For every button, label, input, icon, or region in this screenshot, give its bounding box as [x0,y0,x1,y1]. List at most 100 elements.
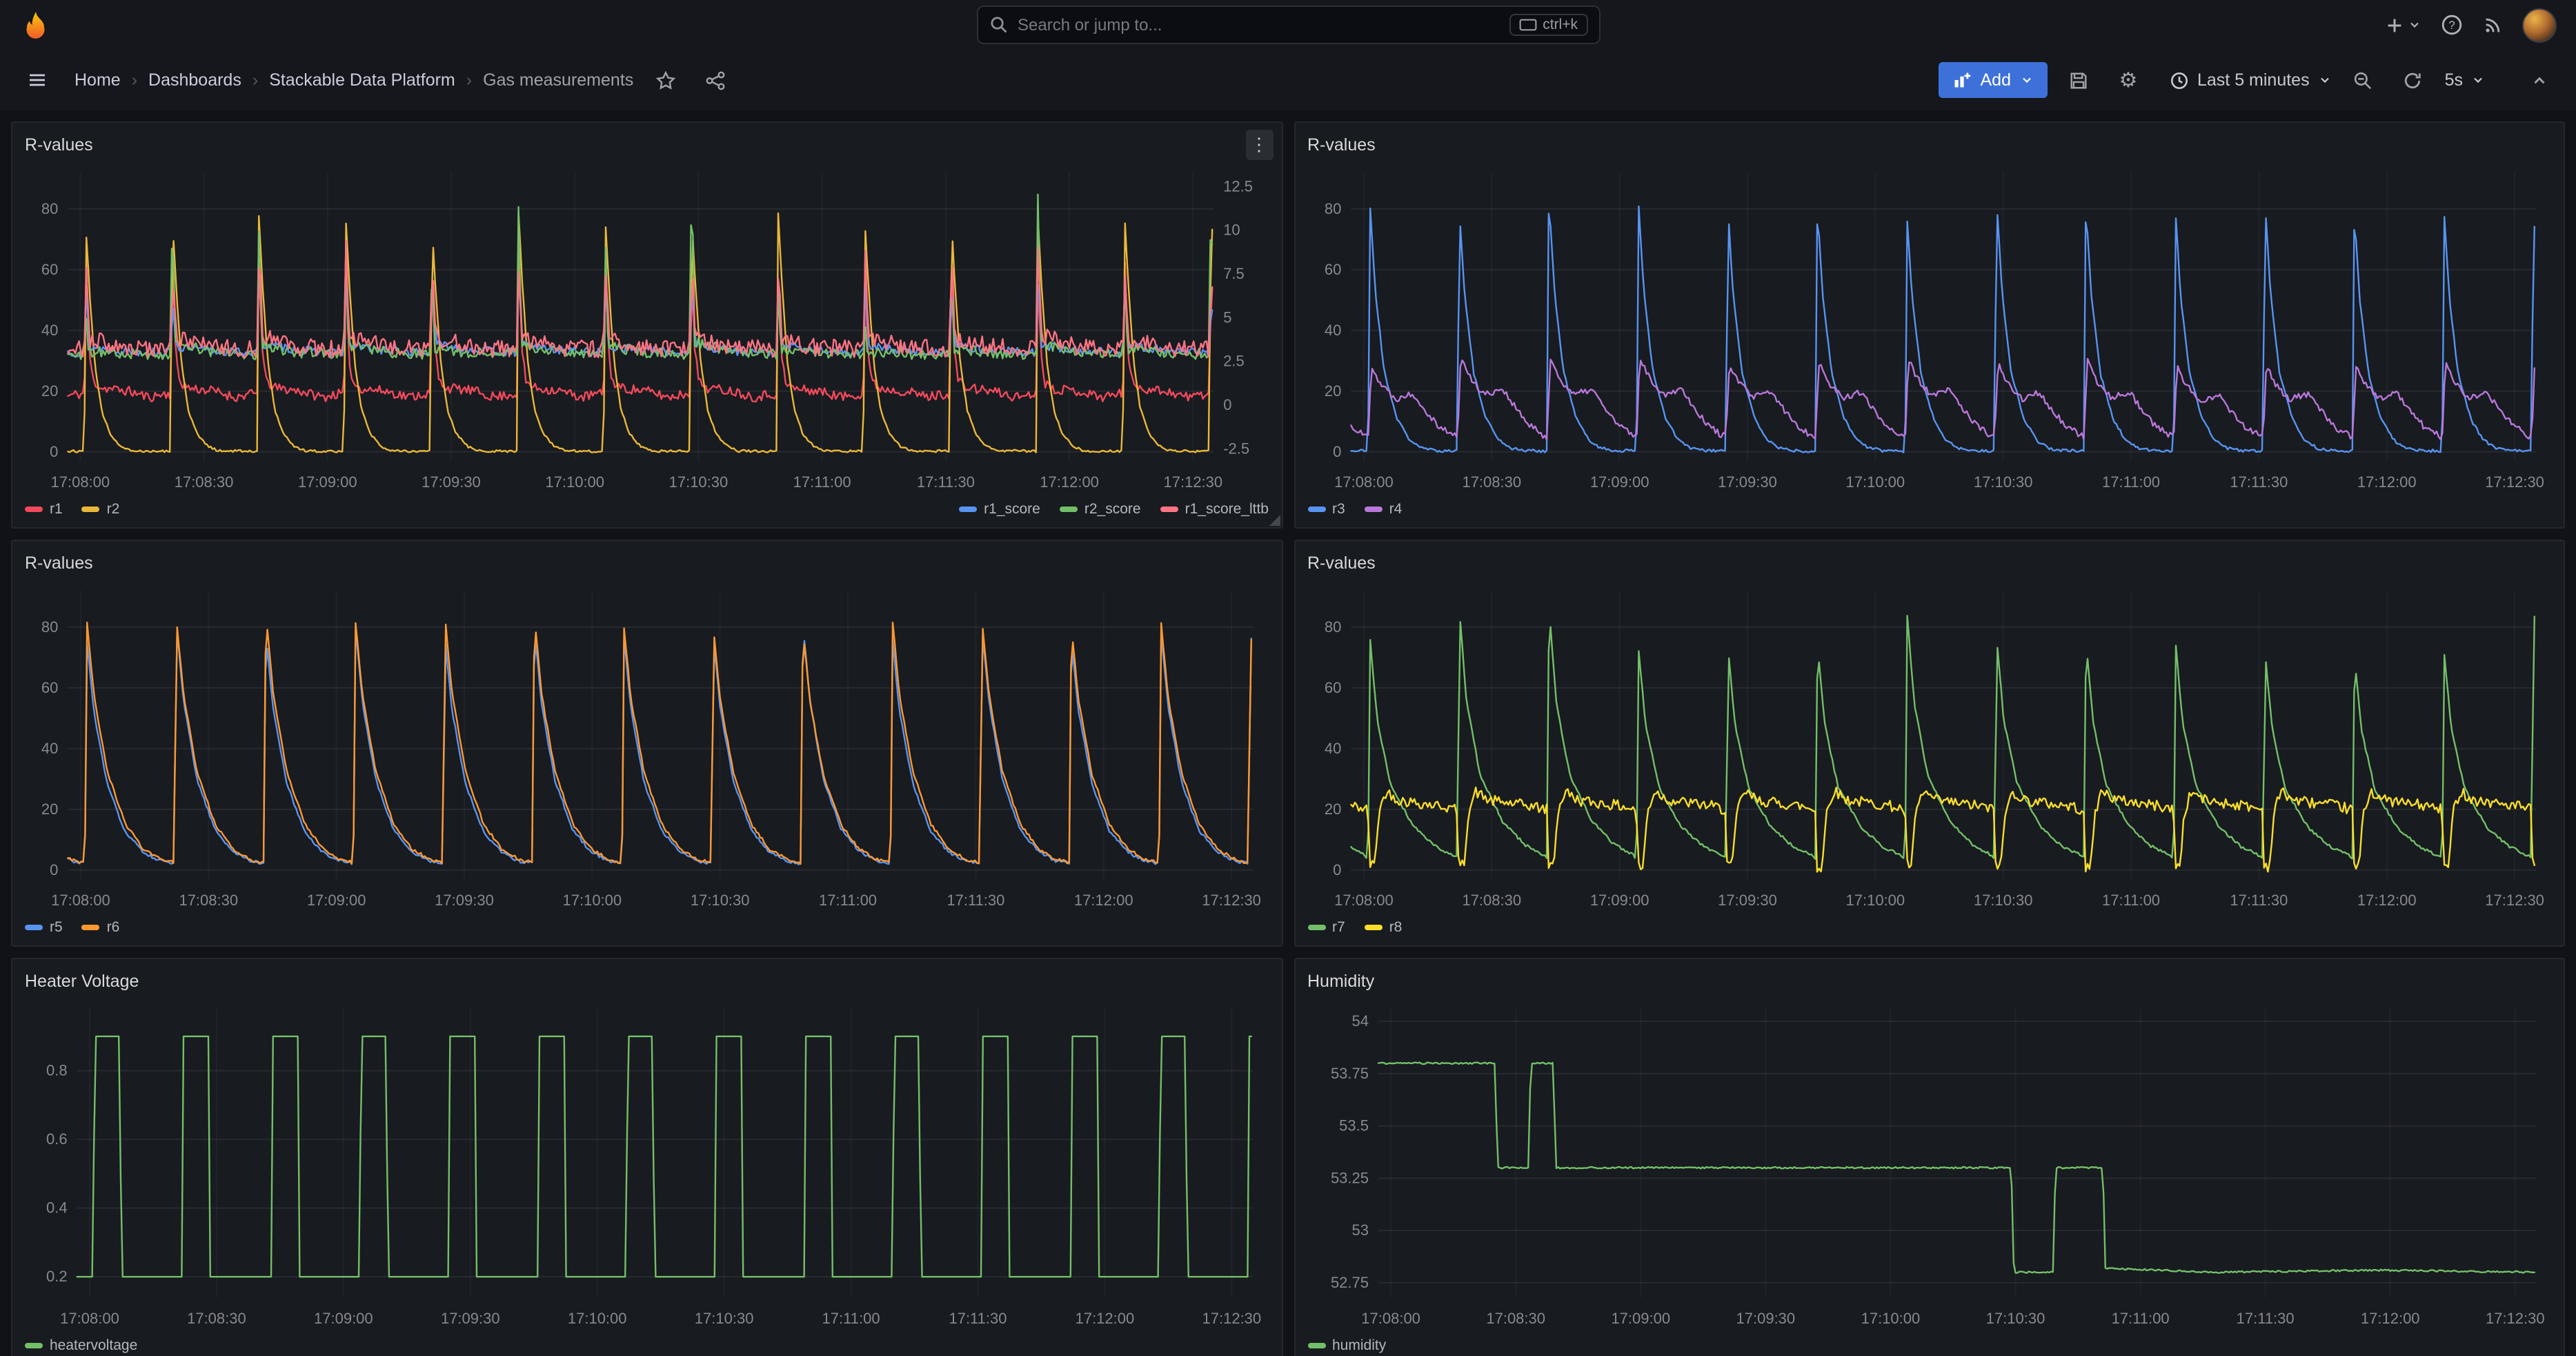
breadcrumb-home[interactable]: Home [75,70,121,90]
svg-text:17:10:30: 17:10:30 [1973,892,2032,909]
legend-item-r1_score[interactable]: r1_score [959,501,1040,518]
panel-title[interactable]: R-values [25,135,93,155]
legend-item-r4[interactable]: r4 [1365,501,1403,518]
svg-text:17:09:00: 17:09:00 [1589,473,1649,491]
legend-series-marker [1307,925,1325,930]
zoom-out-button[interactable] [2346,62,2381,98]
legend-item-r2_score[interactable]: r2_score [1060,501,1141,518]
svg-text:0.4: 0.4 [46,1199,68,1217]
search-input[interactable] [1018,15,1500,35]
panel-header[interactable]: Heater Voltage [25,967,1269,995]
mega-menu-button[interactable] [19,62,55,98]
svg-text:17:10:30: 17:10:30 [691,892,750,909]
dashboard-grid: R-values ⋮ 020406080-2.502.557.51012.517… [0,110,2576,1356]
svg-text:17:10:00: 17:10:00 [545,473,604,491]
panel-header[interactable]: R-values [25,549,1269,577]
timeseries-chart[interactable]: 52.755353.2553.553.755417:08:0017:08:301… [1307,995,2551,1333]
legend-item-r1[interactable]: r1 [25,501,63,518]
favorite-star-button[interactable] [647,62,683,98]
svg-text:80: 80 [41,618,58,636]
news-button[interactable] [2482,14,2503,35]
panel-header[interactable]: Humidity [1307,967,2551,995]
legend-item-r7[interactable]: r7 [1307,919,1345,936]
help-button[interactable]: ? [2441,14,2463,36]
svg-text:17:12:00: 17:12:00 [1040,473,1099,491]
svg-text:40: 40 [1324,740,1340,757]
legend-item-humidity[interactable]: humidity [1307,1337,1386,1354]
panel-header[interactable]: R-values [1307,549,2551,577]
svg-text:17:08:30: 17:08:30 [187,1310,246,1327]
svg-text:40: 40 [1324,322,1340,339]
legend-item-r3[interactable]: r3 [1307,501,1345,518]
svg-text:17:11:30: 17:11:30 [2229,892,2287,909]
breadcrumb-dashboards[interactable]: Dashboards [148,70,241,90]
grafana-logo-icon[interactable] [19,8,52,41]
new-menu-button[interactable] [2384,14,2421,35]
chevron-down-icon [2408,18,2421,32]
panel-header[interactable]: R-values [25,131,1269,159]
legend-item-r5[interactable]: r5 [25,919,63,936]
share-icon [704,70,725,90]
share-button[interactable] [697,62,733,98]
legend-item-r2[interactable]: r2 [82,501,120,518]
user-avatar[interactable] [2522,8,2557,42]
legend-item-heatervoltage[interactable]: heatervoltage [25,1337,137,1354]
timeseries-chart[interactable]: 020406080-2.502.557.51012.517:08:0017:08… [25,159,1269,497]
legend-item-r6[interactable]: r6 [82,919,120,936]
save-dashboard-button[interactable] [2061,62,2097,98]
add-panel-button[interactable]: Add [1939,62,2048,98]
svg-text:17:09:00: 17:09:00 [1610,1310,1670,1327]
svg-text:17:11:30: 17:11:30 [949,1310,1007,1327]
svg-text:17:12:30: 17:12:30 [1164,473,1223,491]
hide-controls-button[interactable] [2521,62,2557,98]
save-icon [2068,70,2089,90]
legend-series-marker [1160,507,1178,512]
panel-header[interactable]: R-values [1307,131,2551,159]
add-panel-icon [1953,70,1972,90]
svg-text:53.25: 53.25 [1330,1169,1368,1186]
panel-title[interactable]: R-values [1307,135,1376,155]
legend-item-r1_score_lttb[interactable]: r1_score_lttb [1160,501,1269,518]
svg-text:17:09:00: 17:09:00 [307,892,366,909]
timeseries-chart[interactable]: 02040608017:08:0017:08:3017:09:0017:09:3… [25,577,1269,915]
panel-menu-button[interactable]: ⋮ [1245,130,1273,160]
svg-text:5: 5 [1223,308,1231,326]
legend-series-marker [1365,507,1383,512]
legend-series-marker [25,925,43,930]
legend-series-marker [1307,1343,1325,1348]
panel-title[interactable]: Heater Voltage [25,972,139,991]
svg-text:17:11:00: 17:11:00 [2101,473,2159,491]
panel-resize-handle[interactable] [1269,515,1280,526]
chevron-down-icon [2318,73,2332,87]
breadcrumb-current-dashboard: Gas measurements [483,70,633,90]
svg-text:40: 40 [41,740,58,757]
svg-text:17:12:30: 17:12:30 [2485,1310,2544,1327]
legend-series-marker [1307,507,1325,512]
svg-text:17:11:00: 17:11:00 [2101,892,2159,909]
svg-text:52.75: 52.75 [1330,1274,1368,1291]
legend-item-r8[interactable]: r8 [1365,919,1403,936]
panel-title[interactable]: R-values [25,553,93,573]
dashboard-settings-button[interactable]: ⚙ [2110,62,2146,98]
svg-text:20: 20 [41,382,58,400]
panel-legend: heatervoltage [25,1333,1269,1356]
timeseries-chart[interactable]: 0.20.40.60.817:08:0017:08:3017:09:0017:0… [25,995,1269,1333]
panel-title[interactable]: Humidity [1307,972,1374,991]
search-bar[interactable]: ctrl+k [976,6,1600,44]
panel-legend: r7 r8 [1307,915,2551,940]
grafana-app: ctrl+k ? [0,0,2576,1356]
chevron-up-icon [2530,71,2548,89]
timeseries-chart[interactable]: 02040608017:08:0017:08:3017:09:0017:09:3… [1307,159,2551,497]
svg-text:17:12:30: 17:12:30 [1202,892,1261,909]
time-range-picker[interactable]: Last 5 minutes [2168,70,2332,90]
refresh-button[interactable] [2395,62,2431,98]
timeseries-chart[interactable]: 02040608017:08:0017:08:3017:09:0017:09:3… [1307,577,2551,915]
breadcrumb: Home › Dashboards › Stackable Data Platf… [75,70,633,90]
refresh-interval-dropdown[interactable]: 5s [2445,70,2485,90]
svg-text:60: 60 [41,679,58,696]
svg-text:?: ? [2448,19,2455,32]
panel-title[interactable]: R-values [1307,553,1376,573]
breadcrumb-folder[interactable]: Stackable Data Platform [269,70,455,90]
gear-icon: ⚙ [2119,70,2138,90]
svg-text:17:08:30: 17:08:30 [1485,1310,1545,1327]
